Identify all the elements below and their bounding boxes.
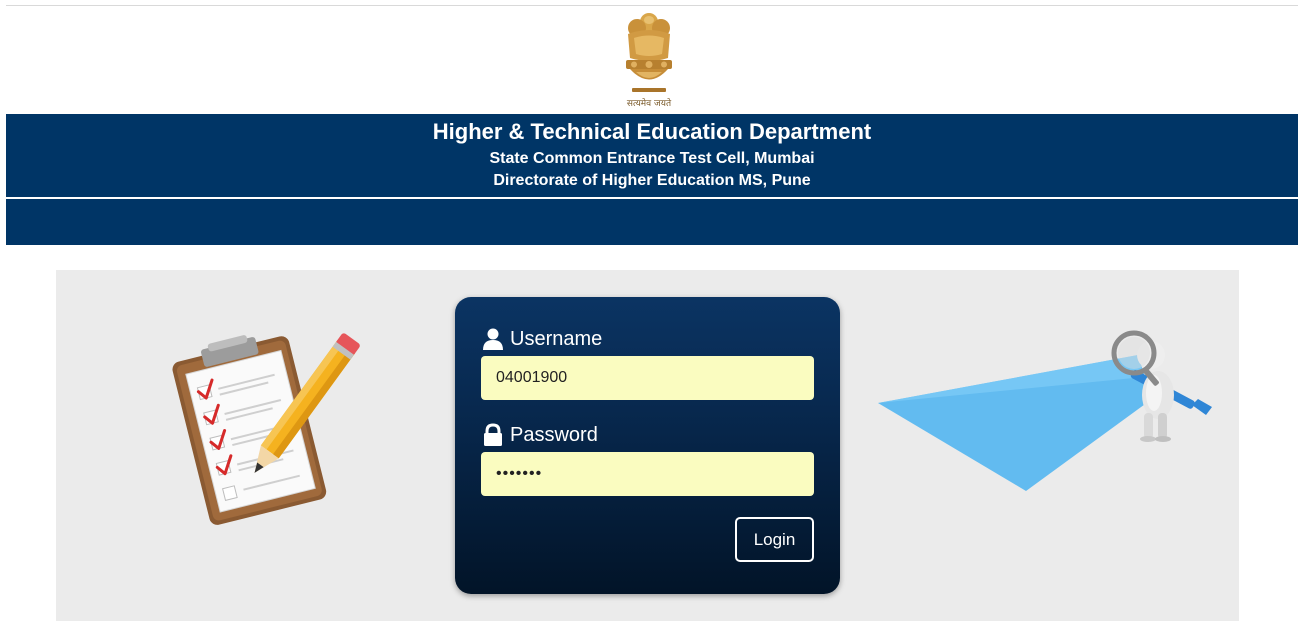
national-emblem-icon: सत्यमेव जयते [610, 8, 688, 112]
header-subtitle-cet-cell: State Common Entrance Test Cell, Mumbai [489, 150, 815, 167]
username-input[interactable] [481, 356, 814, 400]
password-label: Password [481, 422, 598, 448]
emblem-motto: सत्यमेव जयते [626, 99, 672, 109]
magnifier-searchlight-icon [876, 325, 1216, 495]
lock-icon [481, 423, 505, 447]
page-title: Higher & Technical Education Department [432, 119, 872, 144]
clipboard-checklist-icon [160, 322, 365, 530]
username-label: Username [481, 326, 602, 352]
header-subtitle-directorate: Directorate of Higher Education MS, Pune [493, 172, 811, 189]
user-icon [481, 327, 505, 351]
login-card: Username Password Login [455, 297, 840, 594]
username-label-text: Username [510, 328, 603, 350]
login-page: सत्यमेव जयते Higher & Technical Educatio… [0, 0, 1306, 641]
password-input[interactable] [481, 452, 814, 496]
password-label-text: Password [510, 424, 598, 446]
header-banner: Higher & Technical Education Department … [6, 114, 1298, 197]
top-divider [6, 5, 1298, 6]
nav-bar [6, 199, 1298, 245]
login-button[interactable]: Login [735, 517, 814, 562]
